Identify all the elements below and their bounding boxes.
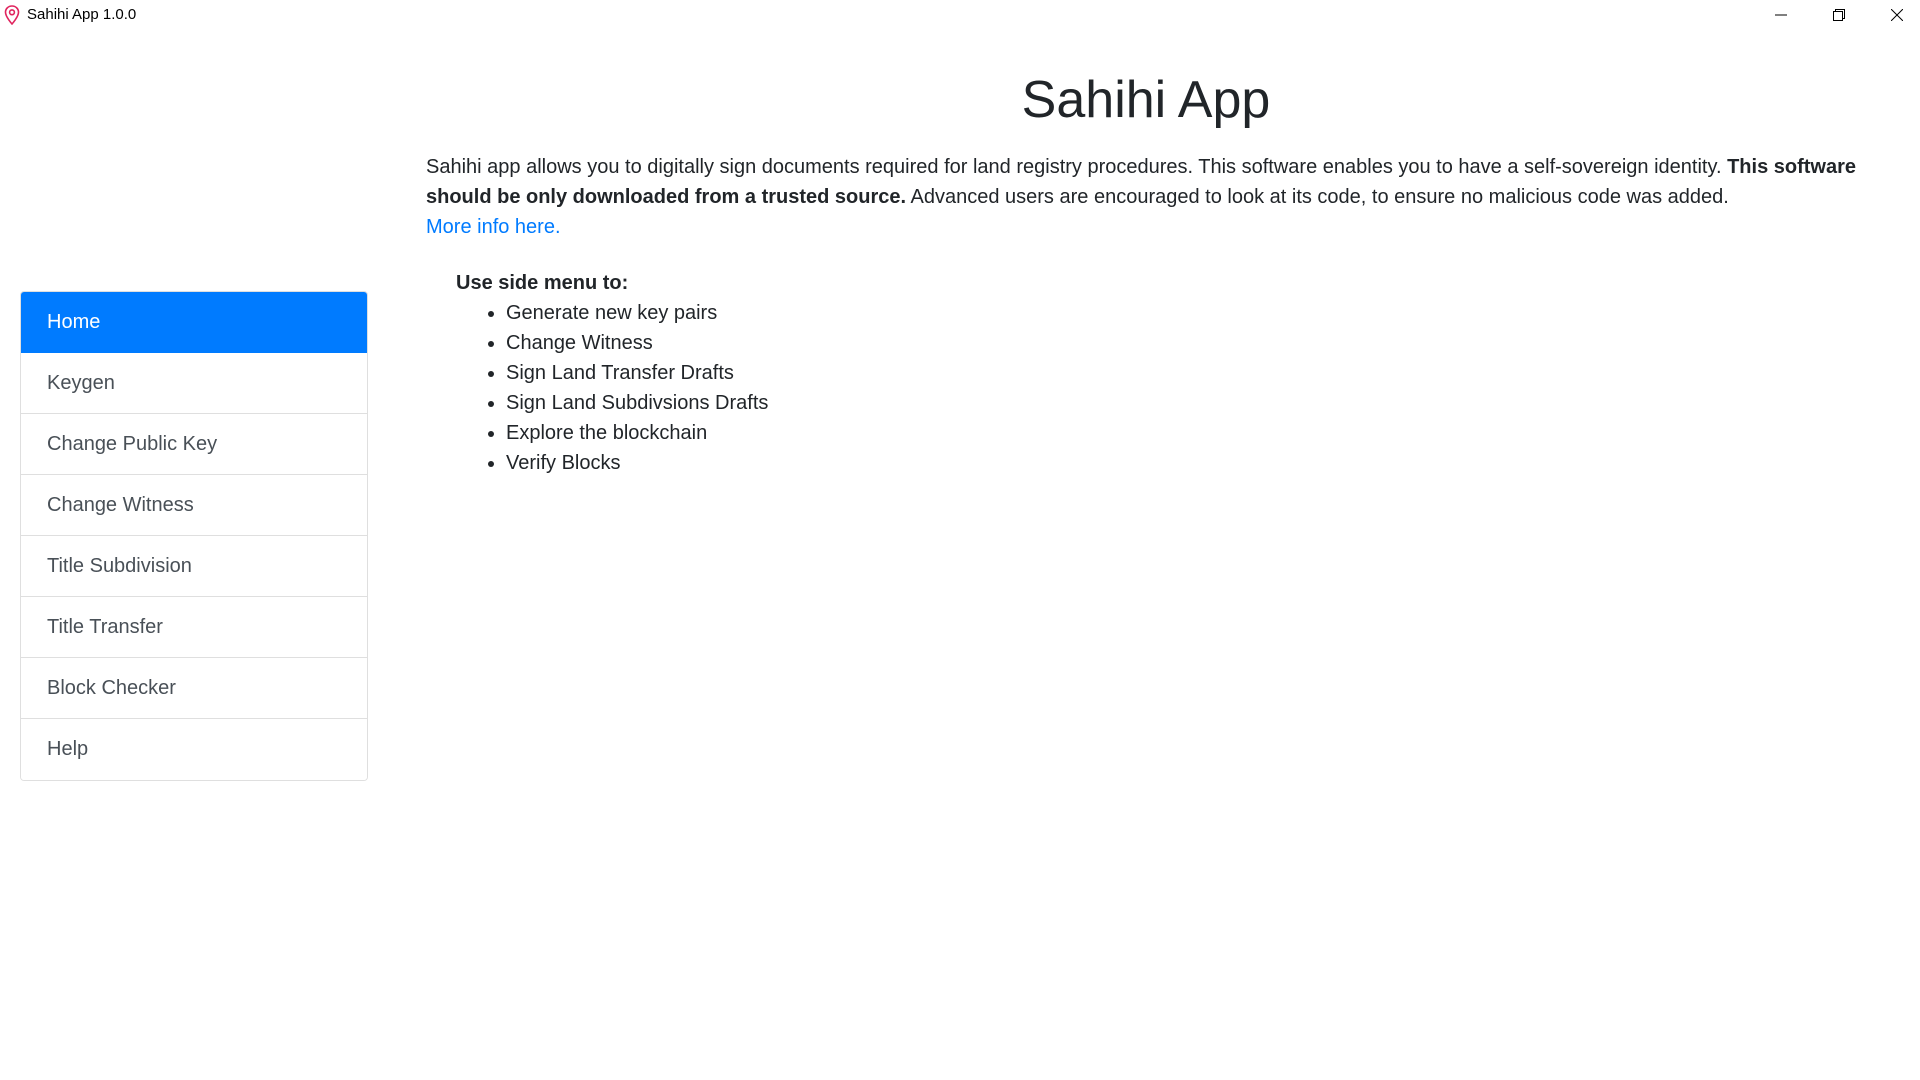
sidebar-item-label: Change Witness <box>47 493 194 516</box>
page-title: Sahihi App <box>1021 71 1271 129</box>
sidebar-item-label: Title Subdivision <box>47 554 192 577</box>
restore-icon <box>1833 9 1845 21</box>
list-item: Change Witness <box>506 328 1866 358</box>
sidebar-item-label: Keygen <box>47 371 115 394</box>
minimize-button[interactable] <box>1752 0 1810 30</box>
sidebar-item-label: Title Transfer <box>47 615 163 638</box>
sidebar-item-home[interactable]: Home <box>21 292 367 353</box>
menu-instructions: Use side menu to: Generate new key pairs… <box>426 268 1866 478</box>
restore-button[interactable] <box>1810 0 1868 30</box>
sidebar-item-keygen[interactable]: Keygen <box>21 353 367 414</box>
list-item: Explore the blockchain <box>506 418 1866 448</box>
list-item: Sign Land Subdivsions Drafts <box>506 388 1866 418</box>
more-info-link[interactable]: More info here. <box>426 212 561 242</box>
menu-list: Generate new key pairs Change Witness Si… <box>456 298 1866 478</box>
window-title: Sahihi App 1.0.0 <box>27 6 137 23</box>
list-item: Sign Land Transfer Drafts <box>506 358 1866 388</box>
sidebar-item-label: Block Checker <box>47 676 176 699</box>
sidebar-item-change-witness[interactable]: Change Witness <box>21 475 367 536</box>
sidebar-item-help[interactable]: Help <box>21 719 367 780</box>
sidebar-item-label: Home <box>47 310 101 333</box>
sidebar-item-title-transfer[interactable]: Title Transfer <box>21 597 367 658</box>
sidebar-item-change-public-key[interactable]: Change Public Key <box>21 414 367 475</box>
sidebar-item-title-subdivision[interactable]: Title Subdivision <box>21 536 367 597</box>
sidebar-item-label: Change Public Key <box>47 432 218 455</box>
close-button[interactable] <box>1868 0 1920 30</box>
list-item: Generate new key pairs <box>506 298 1866 328</box>
close-icon <box>1891 9 1903 21</box>
sidebar-item-block-checker[interactable]: Block Checker <box>21 658 367 719</box>
main-content: Sahihi App Sahihi app allows you to digi… <box>426 60 1866 478</box>
sidebar-item-label: Help <box>47 738 89 760</box>
intro-text: Sahihi app allows you to digitally sign … <box>426 156 1728 178</box>
minimize-icon <box>1775 14 1787 16</box>
sidebar-menu: Home Keygen Change Public Key Change Wit… <box>20 291 368 781</box>
intro-paragraph: Sahihi app allows you to digitally sign … <box>426 152 1866 212</box>
intro-text-continued: Advanced users are encouraged to look at… <box>906 186 1729 208</box>
map-pin-icon <box>4 5 20 26</box>
title-bar: Sahihi App 1.0.0 <box>0 0 1920 30</box>
list-item: Verify Blocks <box>506 448 1866 478</box>
menu-heading: Use side menu to: <box>456 272 629 294</box>
